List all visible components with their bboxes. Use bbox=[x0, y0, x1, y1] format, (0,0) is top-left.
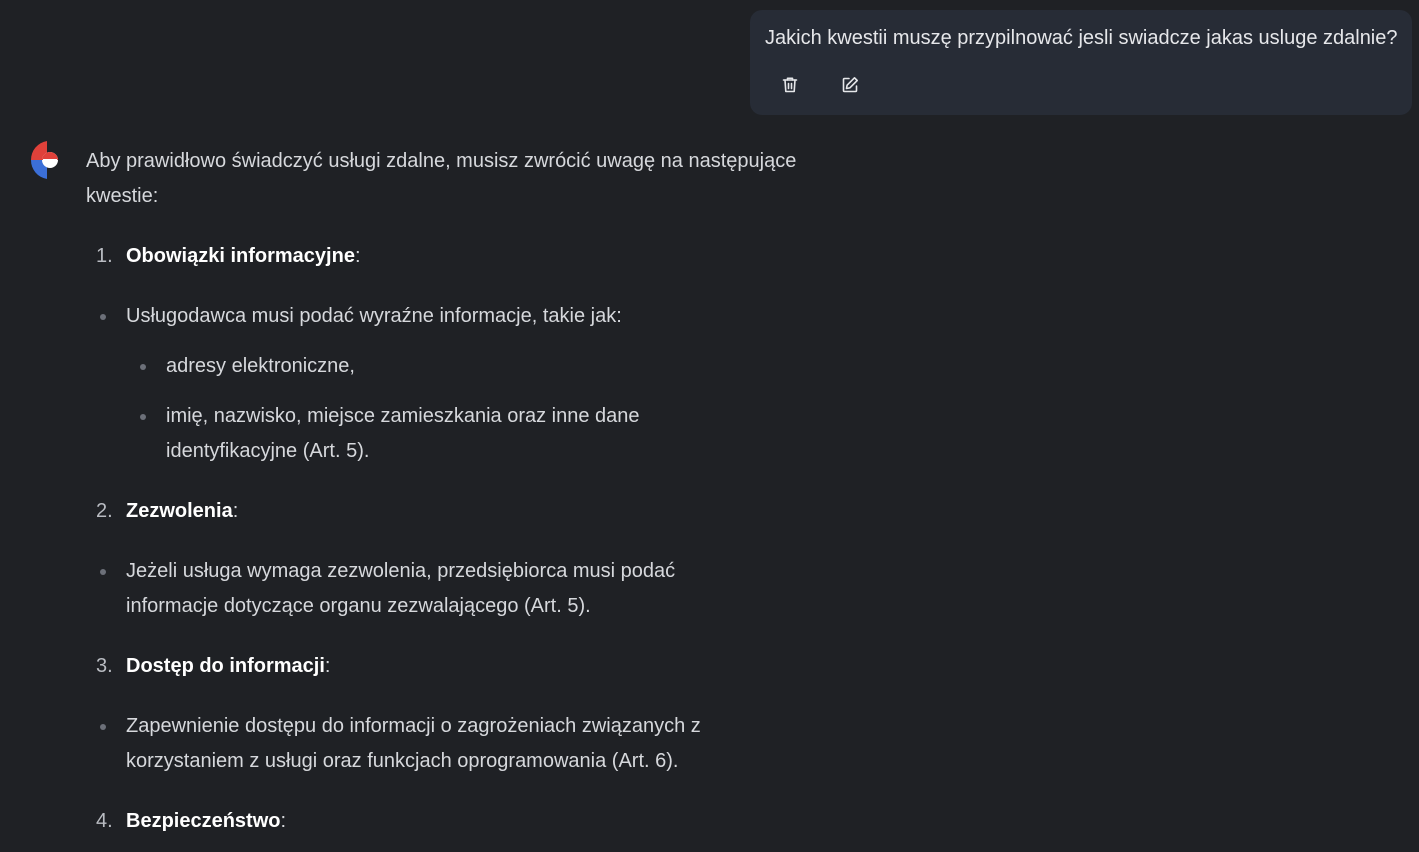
sub-bullet-item: imię, nazwisko, miejsce zamieszkania ora… bbox=[86, 399, 806, 469]
answer-intro: Aby prawidłowo świadczyć usługi zdalne, … bbox=[86, 150, 797, 207]
assistant-logo-icon bbox=[30, 141, 60, 184]
user-message-text: Jakich kwestii muszę przypilnować jesli … bbox=[765, 27, 1398, 49]
trash-icon bbox=[780, 75, 800, 95]
list-number: 2. bbox=[96, 500, 113, 522]
section-heading: Bezpieczeństwo: bbox=[126, 810, 287, 832]
delete-message-button[interactable] bbox=[777, 72, 803, 98]
bullet-item: Zapewnienie dostępu do informacji o zagr… bbox=[86, 709, 806, 779]
section-heading: Zezwolenia: bbox=[126, 500, 239, 522]
bullet-dot bbox=[140, 364, 146, 370]
edit-message-button[interactable] bbox=[837, 72, 863, 98]
section-heading: Dostęp do informacji: bbox=[126, 655, 331, 677]
bullet-text: Zapewnienie dostępu do informacji o zagr… bbox=[126, 715, 701, 772]
bullet-item: Jeżeli usługa wymaga zezwolenia, przedsi… bbox=[86, 554, 806, 624]
sub-bullet-item: adresy elektroniczne, bbox=[86, 349, 806, 384]
section-heading: Obowiązki informacyjne: bbox=[126, 245, 361, 267]
bullet-dot bbox=[140, 414, 146, 420]
list-item-dostep: 3. Dostęp do informacji: bbox=[86, 649, 806, 684]
bullet-text: Usługodawca musi podać wyraźne informacj… bbox=[126, 305, 622, 327]
sub-bullet-text: imię, nazwisko, miejsce zamieszkania ora… bbox=[166, 405, 640, 462]
bullet-dot bbox=[100, 314, 106, 320]
list-number: 4. bbox=[96, 810, 113, 832]
bullet-text: Jeżeli usługa wymaga zezwolenia, przedsi… bbox=[126, 560, 676, 617]
edit-icon bbox=[840, 75, 860, 95]
list-item-zezwolenia: 2. Zezwolenia: bbox=[86, 494, 806, 529]
sub-bullet-text: adresy elektroniczne, bbox=[166, 355, 355, 377]
assistant-answer: Aby prawidłowo świadczyć usługi zdalne, … bbox=[86, 144, 806, 839]
bullet-dot bbox=[100, 569, 106, 575]
bullet-dot bbox=[100, 724, 106, 730]
user-message-bubble: Jakich kwestii muszę przypilnować jesli … bbox=[750, 10, 1412, 115]
list-number: 3. bbox=[96, 655, 113, 677]
list-item-obowiazki: 1. Obowiązki informacyjne: bbox=[86, 239, 806, 274]
assistant-avatar bbox=[30, 140, 60, 180]
list-item-bezpieczenstwo: 4. Bezpieczeństwo: bbox=[86, 804, 806, 839]
list-number: 1. bbox=[96, 245, 113, 267]
bullet-item: Usługodawca musi podać wyraźne informacj… bbox=[86, 299, 806, 334]
